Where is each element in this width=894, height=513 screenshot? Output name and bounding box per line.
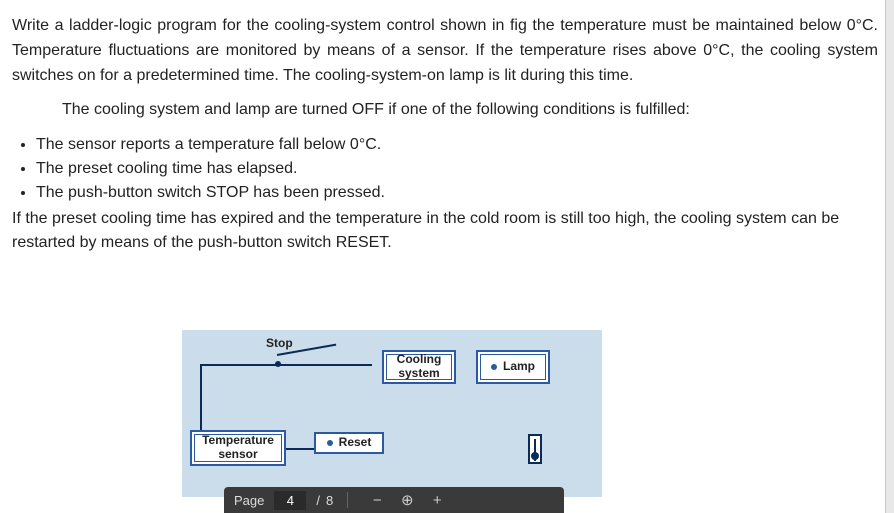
toolbar-separator (347, 492, 348, 508)
wire-icon (286, 448, 314, 450)
list-item: The push-button switch STOP has been pre… (36, 181, 878, 205)
total-pages: 8 (326, 493, 333, 508)
wire-icon (200, 364, 202, 430)
button-dot-icon (327, 440, 333, 446)
zoom-out-button[interactable]: − (368, 492, 386, 509)
system-diagram: Stop Temperaturesensor Reset Coolingsyst… (182, 330, 602, 497)
cooling-system-block: Coolingsystem (382, 350, 456, 384)
lamp-dot-icon (491, 364, 497, 370)
list-item: The preset cooling time has elapsed. (36, 157, 878, 181)
block-label: Reset (339, 436, 372, 450)
pdf-viewer-toolbar: Page / 8 − ⊕ + (224, 487, 564, 513)
conditions-list: The sensor reports a temperature fall be… (12, 133, 878, 205)
paragraph-intro: Write a ladder-logic program for the coo… (12, 14, 878, 88)
block-label: Lamp (503, 360, 535, 374)
page-label: Page (234, 493, 264, 508)
block-label: Coolingsystem (397, 353, 442, 381)
block-label: Temperaturesensor (202, 434, 274, 462)
wire-icon (200, 364, 244, 366)
stop-switch-icon (242, 356, 372, 372)
current-page-input[interactable] (274, 491, 306, 510)
reset-button-block: Reset (314, 432, 384, 454)
scrollbar-track[interactable] (885, 0, 894, 513)
thermometer-icon (528, 434, 542, 464)
stop-switch-label: Stop (266, 336, 293, 350)
document-body: Write a ladder-logic program for the coo… (0, 0, 894, 255)
page-separator: / (316, 493, 320, 508)
paragraph-conditions-lead: The cooling system and lamp are turned O… (12, 98, 878, 123)
auto-zoom-button[interactable]: ⊕ (398, 491, 416, 509)
zoom-in-button[interactable]: + (428, 492, 446, 509)
temperature-sensor-block: Temperaturesensor (190, 430, 286, 466)
list-item: The sensor reports a temperature fall be… (36, 133, 878, 157)
lamp-block: Lamp (476, 350, 550, 384)
paragraph-reset: If the preset cooling time has expired a… (12, 207, 878, 255)
